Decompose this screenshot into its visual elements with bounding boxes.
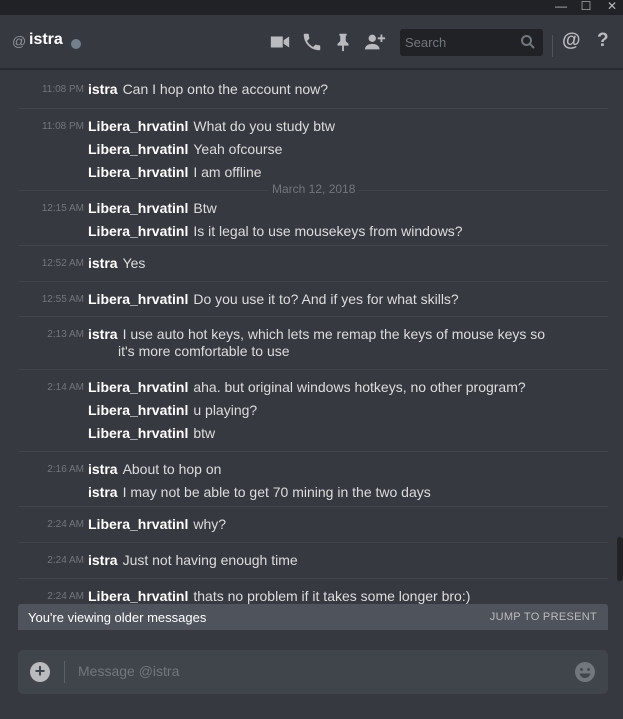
header-divider — [552, 35, 553, 57]
minimize-button[interactable]: — — [550, 0, 572, 15]
emoji-icon[interactable] — [574, 661, 596, 683]
voice-call-icon[interactable] — [301, 31, 325, 53]
message-timestamp: 11:08 PM — [41, 84, 84, 95]
message-group: 2:24 AM istra Just not having enough time — [18, 542, 608, 578]
message-author[interactable]: Libera_hrvatinl — [88, 425, 188, 441]
message-group: 11:08 PM Libera_hrvatinl What do you study… — [18, 108, 608, 190]
message-composer: + Message @istra — [18, 650, 608, 694]
search-input[interactable]: Search — [400, 29, 543, 56]
message-text: Just not having enough time — [122, 552, 298, 568]
date-divider-label: March 12, 2018 — [268, 182, 360, 196]
message-author[interactable]: istra — [88, 326, 118, 342]
message-text: why? — [193, 516, 227, 532]
message-author[interactable]: istra — [88, 461, 118, 477]
jump-to-present-button[interactable]: JUMP TO PRESENT — [490, 611, 597, 623]
message-author[interactable]: Libera_hrvatinl — [88, 402, 188, 418]
message-group: 2:24 AM Libera_hrvatinl why? — [18, 506, 608, 542]
message-text: it's more comfortable to use — [118, 343, 290, 359]
message-timestamp: 12:55 AM — [41, 294, 84, 305]
message-text: aha. but original windows hotkeys, no ot… — [193, 379, 526, 395]
message-group: 12:55 AM Libera_hrvatinl Do you use it to?… — [18, 281, 608, 317]
composer-divider — [64, 661, 65, 683]
message-text: I use auto hot keys, which lets me remap… — [122, 326, 546, 342]
message-author[interactable]: istra — [88, 255, 118, 271]
message-group: 2:13 AM istra I use auto hot keys, which l… — [18, 316, 608, 375]
message-author[interactable]: Libera_hrvatinl — [88, 200, 188, 216]
message-text: What do you study btw — [193, 118, 335, 134]
message-text: btw — [193, 425, 216, 441]
search-icon[interactable] — [520, 34, 536, 50]
message-timestamp: 11:08 PM — [41, 121, 84, 132]
upload-plus-icon[interactable]: + — [30, 662, 50, 682]
message-list[interactable]: 11:08 PM istra Can I hop onto the account … — [0, 70, 623, 610]
message-timestamp: 2:24 AM — [47, 519, 84, 530]
help-icon[interactable]: ? — [597, 30, 621, 52]
message-text: About to hop on — [122, 461, 222, 477]
date-divider: March 12, 2018 — [18, 182, 608, 196]
mention-icon[interactable]: @ — [562, 30, 586, 52]
window-titlebar: — ☐ ✕ — [0, 0, 623, 15]
message-timestamp: 12:52 AM — [41, 258, 84, 269]
message-text: Yeah ofcourse — [193, 141, 283, 157]
at-icon: @ — [12, 33, 27, 49]
maximize-button[interactable]: ☐ — [575, 0, 597, 15]
add-friend-icon[interactable] — [363, 31, 387, 53]
message-author[interactable]: Libera_hrvatinl — [88, 588, 188, 604]
message-author[interactable]: Libera_hrvatinl — [88, 118, 188, 134]
message-text: Yes — [122, 255, 146, 271]
message-author[interactable]: Libera_hrvatinl — [88, 379, 188, 395]
message-author[interactable]: istra — [88, 81, 118, 97]
message-author[interactable]: Libera_hrvatinl — [88, 141, 188, 157]
message-text: Do you use it to? And if yes for what sk… — [193, 291, 459, 307]
close-button[interactable]: ✕ — [601, 0, 623, 15]
scrollbar-thumb[interactable] — [617, 537, 623, 581]
pin-icon[interactable] — [332, 31, 356, 53]
message-timestamp: 2:16 AM — [47, 464, 84, 475]
dm-username[interactable]: istra — [29, 31, 63, 49]
message-text: Is it legal to use mousekeys from window… — [193, 223, 463, 239]
message-timestamp: 2:14 AM — [47, 382, 84, 393]
message-text: I am offline — [193, 164, 262, 180]
message-text: Can I hop onto the account now? — [122, 81, 329, 97]
message-author[interactable]: istra — [88, 484, 118, 500]
older-messages-bar: You're viewing older messages JUMP TO PR… — [18, 604, 608, 630]
video-call-icon[interactable] — [269, 31, 293, 53]
channel-header: @ istra Search @ ? — [0, 15, 623, 69]
message-group: 12:52 AM istra Yes — [18, 245, 608, 281]
search-placeholder: Search — [405, 35, 447, 50]
message-group: 2:16 AM istra About to hop on istra I may no… — [18, 451, 608, 510]
older-messages-text: You're viewing older messages — [28, 610, 207, 625]
message-text: I may not be able to get 70 mining in th… — [122, 484, 431, 500]
message-group: 11:08 PM istra Can I hop onto the account … — [18, 72, 608, 107]
message-timestamp: 2:24 AM — [47, 591, 84, 602]
message-author[interactable]: Libera_hrvatinl — [88, 291, 188, 307]
message-timestamp: 2:24 AM — [47, 555, 84, 566]
message-author[interactable]: Libera_hrvatinl — [88, 223, 188, 239]
message-timestamp: 2:13 AM — [47, 329, 84, 340]
status-indicator — [71, 39, 81, 49]
message-text: thats no problem if it takes some longer… — [193, 588, 471, 604]
message-text: u playing? — [193, 402, 258, 418]
message-author[interactable]: istra — [88, 552, 118, 568]
message-author[interactable]: Libera_hrvatinl — [88, 516, 188, 532]
message-group: 12:15 AM Libera_hrvatinl Btw Libera_hrvatin… — [18, 191, 608, 249]
message-text: Btw — [193, 200, 217, 216]
message-author[interactable]: Libera_hrvatinl — [88, 164, 188, 180]
message-timestamp: 12:15 AM — [41, 203, 84, 214]
message-input[interactable]: Message @istra — [78, 663, 179, 679]
message-group: 2:14 AM Libera_hrvatinl aha. but original … — [18, 369, 608, 451]
